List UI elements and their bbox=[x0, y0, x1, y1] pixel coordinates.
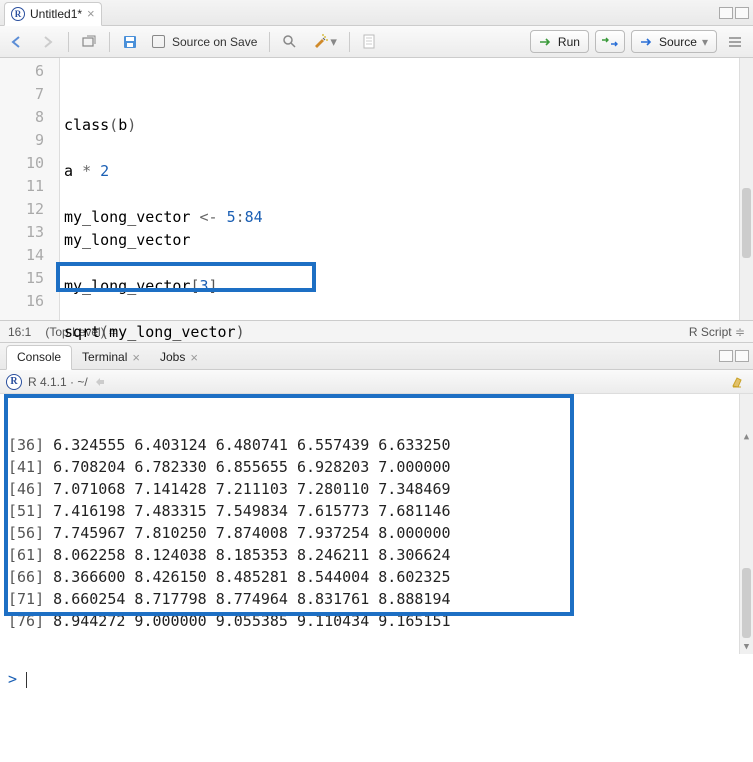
source-pane: R Untitled1* × Source on Save bbox=[0, 0, 753, 343]
console-row: [51] 7.416198 7.483315 7.549834 7.615773… bbox=[8, 500, 745, 522]
code-area[interactable]: class(b)a * 2my_long_vector <- 5:84my_lo… bbox=[60, 58, 753, 320]
close-icon[interactable]: × bbox=[87, 7, 95, 20]
code-editor[interactable]: 678910111213141516 class(b)a * 2my_long_… bbox=[0, 58, 753, 320]
scrollbar-thumb[interactable] bbox=[742, 568, 751, 638]
source-on-save-checkbox[interactable]: Source on Save bbox=[148, 31, 261, 53]
console-row: [46] 7.071068 7.141428 7.211103 7.280110… bbox=[8, 478, 745, 500]
session-info: R 4.1.1 · ~/ bbox=[28, 375, 88, 389]
clear-console-button[interactable] bbox=[729, 374, 747, 390]
console-row: [66] 8.366600 8.426150 8.485281 8.544004… bbox=[8, 566, 745, 588]
minimize-pane-button[interactable] bbox=[719, 7, 733, 19]
maximize-pane-button[interactable] bbox=[735, 7, 749, 19]
console-prompt: > bbox=[8, 670, 17, 688]
outline-button[interactable] bbox=[723, 31, 747, 53]
source-button[interactable]: Source ▾ bbox=[631, 30, 717, 53]
scrollbar-thumb[interactable] bbox=[742, 188, 751, 258]
tab-label: Untitled1* bbox=[30, 7, 82, 21]
line-gutter: 678910111213141516 bbox=[0, 58, 60, 320]
find-button[interactable] bbox=[278, 31, 302, 53]
console-row: [71] 8.660254 8.717798 8.774964 8.831761… bbox=[8, 588, 745, 610]
console-toolbar: R R 4.1.1 · ~/ bbox=[0, 370, 753, 394]
editor-scrollbar[interactable] bbox=[739, 58, 753, 320]
compile-report-button[interactable] bbox=[358, 31, 380, 53]
rerun-button[interactable] bbox=[595, 30, 625, 53]
pane-window-controls bbox=[719, 7, 749, 19]
tab-console[interactable]: Console bbox=[6, 345, 72, 370]
back-button[interactable] bbox=[6, 31, 30, 53]
scroll-up-icon[interactable]: ▲ bbox=[740, 430, 753, 444]
tab-untitled[interactable]: R Untitled1* × bbox=[4, 2, 102, 26]
cursor bbox=[26, 672, 27, 688]
console-row: [61] 8.062258 8.124038 8.185353 8.246211… bbox=[8, 544, 745, 566]
cursor-position: 16:1 bbox=[8, 325, 31, 339]
console-pane: Console Terminal× Jobs× R R 4.1.1 · ~/ [… bbox=[0, 343, 753, 654]
popout-icon[interactable] bbox=[94, 376, 106, 388]
source-tabbar: R Untitled1* × bbox=[0, 0, 753, 26]
console-output[interactable]: [36] 6.324555 6.403124 6.480741 6.557439… bbox=[0, 394, 753, 654]
console-row: [41] 6.708204 6.782330 6.855655 6.928203… bbox=[8, 456, 745, 478]
console-row: [56] 7.745967 7.810250 7.874008 7.937254… bbox=[8, 522, 745, 544]
r-file-icon: R bbox=[11, 7, 25, 21]
run-button[interactable]: Run bbox=[530, 30, 589, 53]
source-toolbar: Source on Save ▾ Run Source ▾ bbox=[0, 26, 753, 58]
console-row: [36] 6.324555 6.403124 6.480741 6.557439… bbox=[8, 434, 745, 456]
console-scrollbar[interactable]: ▲ ▼ bbox=[739, 394, 753, 654]
forward-button[interactable] bbox=[36, 31, 60, 53]
console-row: [76] 8.944272 9.000000 9.055385 9.110434… bbox=[8, 610, 745, 632]
r-logo-icon: R bbox=[6, 374, 22, 390]
scroll-down-icon[interactable]: ▼ bbox=[740, 640, 753, 654]
show-in-new-window-button[interactable] bbox=[77, 31, 101, 53]
save-button[interactable] bbox=[118, 31, 142, 53]
code-tools-button[interactable]: ▾ bbox=[308, 31, 341, 53]
